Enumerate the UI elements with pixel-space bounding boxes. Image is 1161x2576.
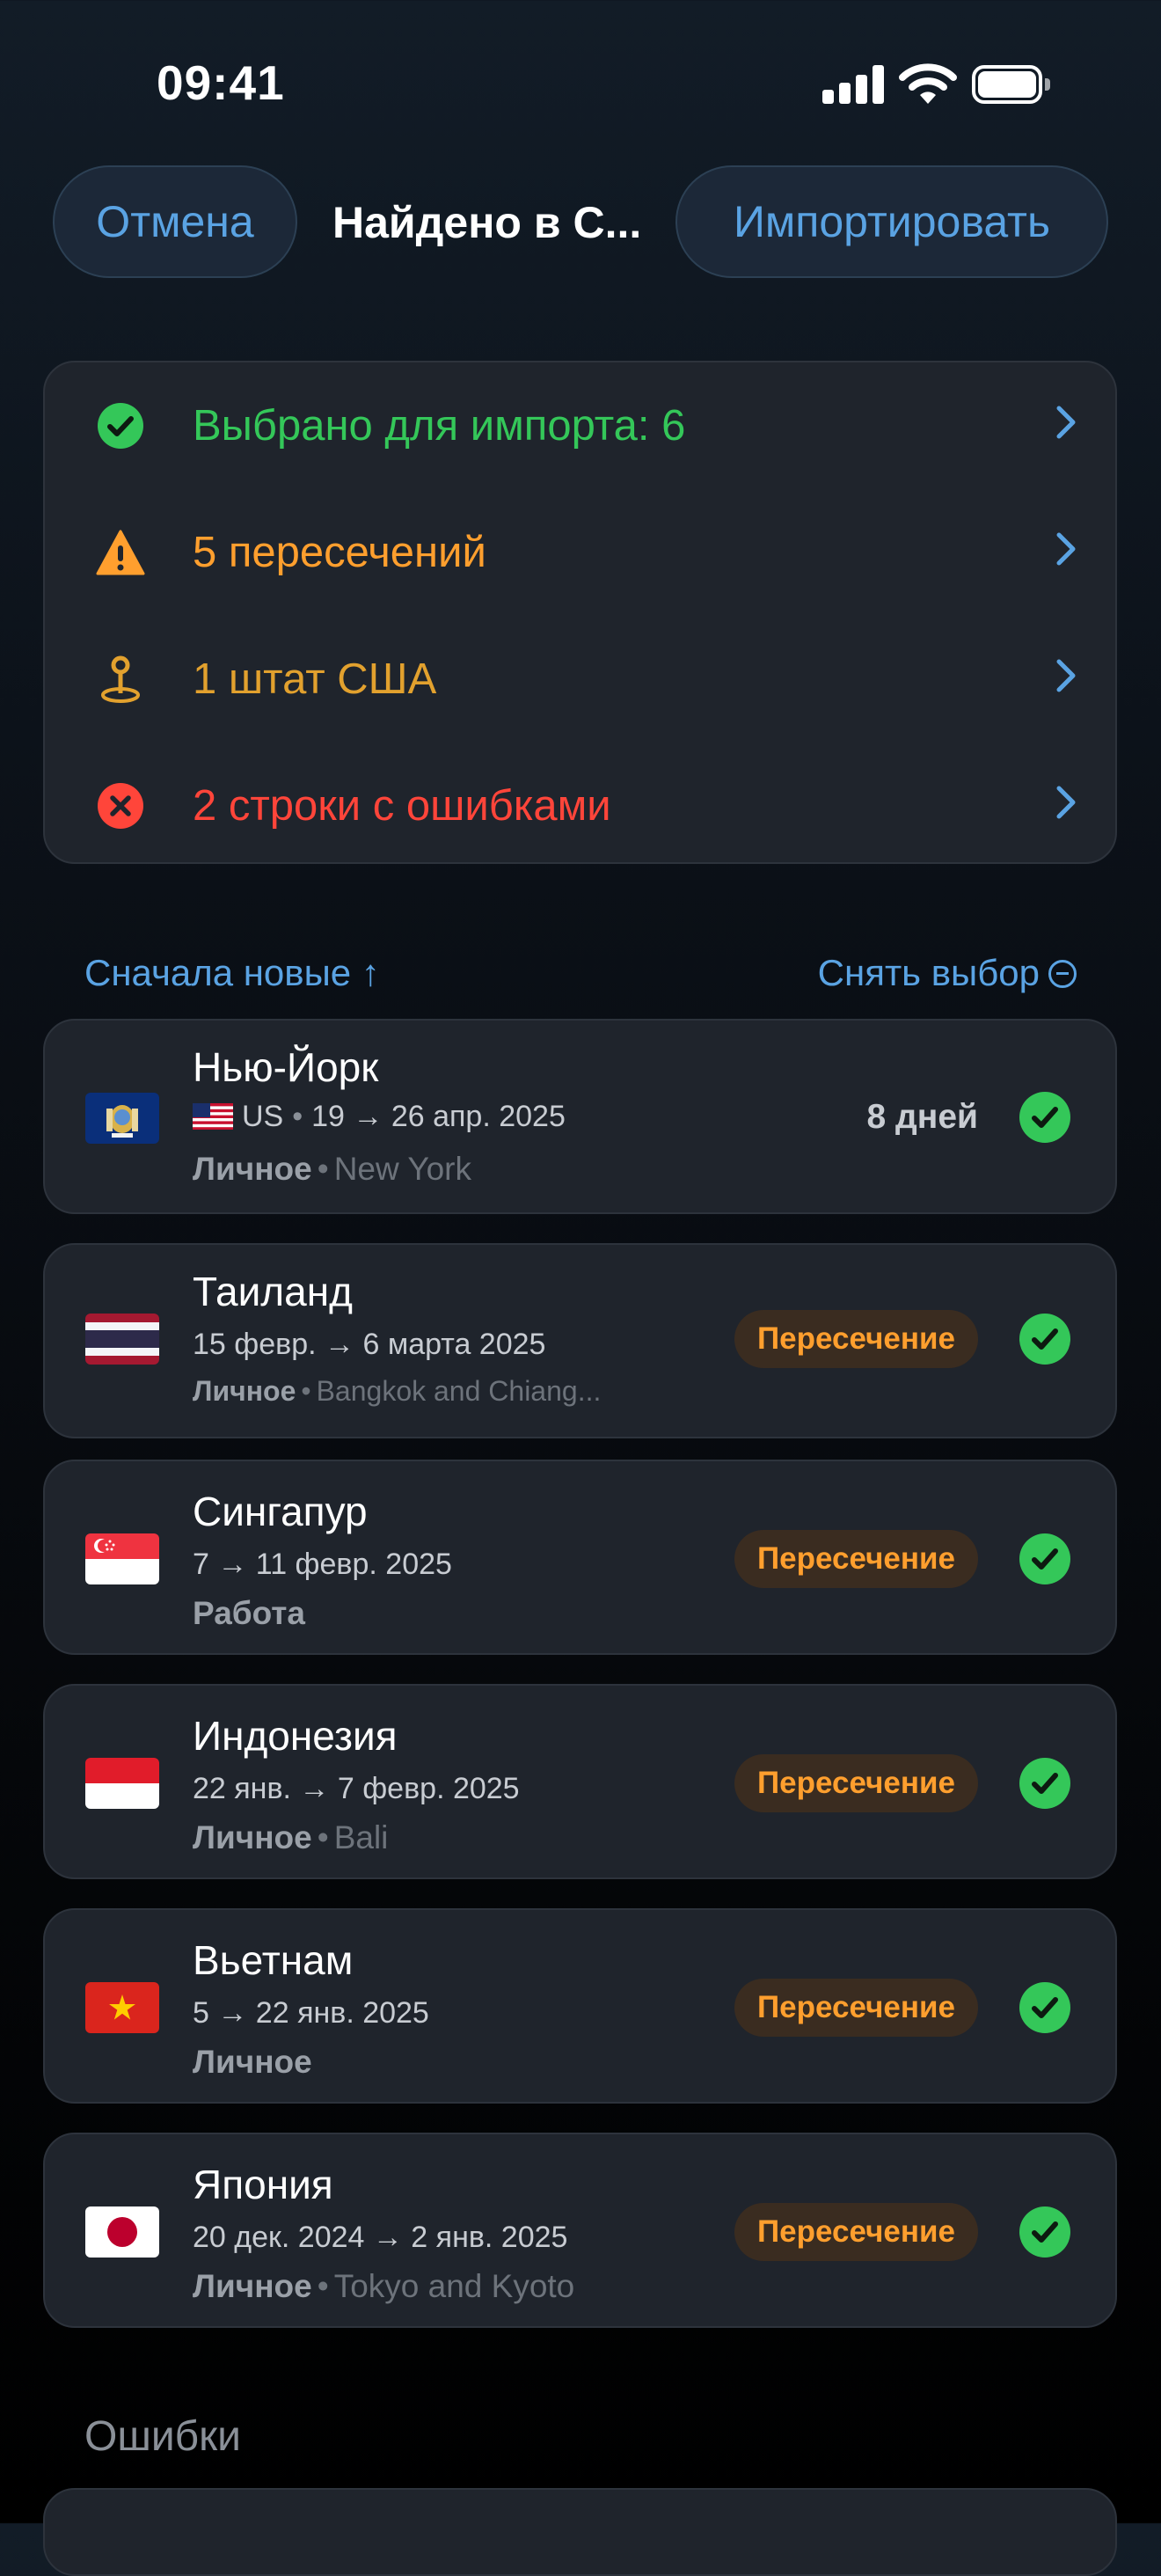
- error-x-circle-icon: [98, 783, 143, 829]
- cellular-signal-icon: [822, 65, 884, 104]
- country-code: US: [242, 1100, 284, 1133]
- trip-dates: US • 19 → 26 апр. 2025: [193, 1100, 566, 1134]
- chevron-right-icon: [1056, 659, 1076, 692]
- chevron-right-icon: [1056, 532, 1076, 566]
- trip-row-thailand[interactable]: Таиланд 15 февр. → 6 марта 2025 Личное • B…: [43, 1243, 1117, 1438]
- trip-name: Япония: [193, 2162, 333, 2207]
- chevron-right-icon: [1056, 786, 1076, 819]
- overlap-badge: Пересечение: [734, 1310, 978, 1368]
- page-title: Найдено в С...: [332, 198, 642, 247]
- trip-location: New York: [333, 1151, 471, 1187]
- errors-card[interactable]: [43, 2488, 1117, 2576]
- trip-subtitle: Личное • Bangkok and Chiang...: [193, 1375, 602, 1407]
- wifi-icon: [899, 63, 957, 104]
- trip-row-japan[interactable]: Япония 20 дек. 2024 → 2 янв. 2025 Личное…: [43, 2133, 1117, 2328]
- overlap-badge: Пересечение: [734, 1530, 978, 1588]
- status-time: 09:41: [157, 55, 285, 110]
- trip-subtitle: Личное • New York: [193, 1151, 471, 1187]
- trip-name: Индонезия: [193, 1713, 398, 1759]
- vietnam-flag: [85, 1982, 159, 2033]
- trip-subtitle: Личное • Bali: [193, 1819, 389, 1855]
- trip-duration: 8 дней: [866, 1098, 978, 1136]
- japan-flag: [85, 2206, 159, 2258]
- trip-row-singapore[interactable]: Сингапур 7 → 11 февр. 2025 Работа Пересе…: [43, 1460, 1117, 1655]
- checkmark-circle-icon: [98, 403, 143, 449]
- trip-subtitle: Личное: [193, 2044, 312, 2081]
- summary-label: 2 строки с ошибками: [193, 782, 611, 830]
- cancel-button[interactable]: Отмена: [53, 165, 297, 278]
- trip-category: Работа: [193, 1595, 306, 1631]
- warning-triangle-icon: [96, 530, 145, 575]
- trip-location: Bangkok and Chiang...: [316, 1375, 602, 1407]
- errors-section-title: Ошибки: [84, 2413, 241, 2460]
- checkmark-circle-icon[interactable]: [1019, 1757, 1071, 1810]
- trip-category: Личное: [193, 2268, 312, 2304]
- summary-label: Выбрано для импорта: 6: [193, 402, 686, 450]
- trip-location: Tokyo and Kyoto: [333, 2268, 575, 2304]
- sort-order-button[interactable]: Сначала новые ↑: [84, 952, 380, 994]
- singapore-flag: [85, 1533, 159, 1584]
- new-york-state-flag: [85, 1093, 159, 1144]
- trip-dates: 15 февр. → 6 марта 2025: [193, 1328, 546, 1361]
- indonesia-flag: [85, 1758, 159, 1809]
- overlap-badge: Пересечение: [734, 1979, 978, 2037]
- checkmark-circle-icon[interactable]: [1019, 1981, 1071, 2034]
- trip-category: Личное: [193, 1375, 296, 1407]
- trip-subtitle: Работа: [193, 1595, 305, 1632]
- summary-row-overlaps[interactable]: 5 пересечений: [45, 489, 1115, 616]
- trip-dates: 5 → 22 янв. 2025: [193, 1996, 429, 2030]
- thailand-flag: [85, 1314, 159, 1365]
- trip-name: Таиланд: [193, 1269, 353, 1314]
- chevron-right-icon: [1056, 406, 1076, 439]
- checkmark-circle-icon[interactable]: [1019, 1533, 1071, 1585]
- trip-category: Личное: [193, 1819, 312, 1855]
- trip-dates: 22 янв. → 7 февр. 2025: [193, 1772, 520, 1805]
- trip-location: Bali: [333, 1819, 389, 1855]
- deselect-label: Снять выбор: [817, 952, 1040, 993]
- trip-name: Вьетнам: [193, 1937, 354, 1983]
- overlap-badge: Пересечение: [734, 2203, 978, 2261]
- battery-icon: [972, 65, 1051, 104]
- import-summary-card: Выбрано для импорта: 6 5 пересечений 1 ш…: [43, 361, 1117, 864]
- trip-category: Личное: [193, 1151, 312, 1187]
- summary-row-errors[interactable]: 2 строки с ошибками: [45, 743, 1115, 869]
- us-flag-icon: [193, 1103, 233, 1130]
- trip-dates: 20 дек. 2024 → 2 янв. 2025: [193, 2221, 568, 2254]
- trip-row-vietnam[interactable]: Вьетнам 5 → 22 янв. 2025 Личное Пересече…: [43, 1908, 1117, 2104]
- summary-label: 1 штат США: [193, 655, 437, 703]
- import-button[interactable]: Импортировать: [675, 165, 1108, 278]
- checkmark-circle-icon[interactable]: [1019, 1091, 1071, 1144]
- summary-label: 5 пересечений: [193, 529, 486, 576]
- summary-row-selected[interactable]: Выбрано для импорта: 6: [45, 362, 1115, 489]
- trip-name: Нью-Йорк: [193, 1044, 379, 1090]
- summary-row-us-states[interactable]: 1 штат США: [45, 616, 1115, 743]
- trip-name: Сингапур: [193, 1489, 368, 1534]
- overlap-badge: Пересечение: [734, 1754, 978, 1812]
- trip-dates: 7 → 11 февр. 2025: [193, 1548, 452, 1581]
- map-pin-icon: [101, 655, 140, 703]
- checkmark-circle-icon[interactable]: [1019, 2206, 1071, 2258]
- minus-circle-icon: [1048, 960, 1077, 988]
- checkmark-circle-icon[interactable]: [1019, 1313, 1071, 1365]
- deselect-all-button[interactable]: Снять выбор: [818, 952, 1077, 994]
- trip-category: Личное: [193, 2044, 312, 2080]
- trip-subtitle: Личное • Tokyo and Kyoto: [193, 2268, 575, 2304]
- trip-row-indonesia[interactable]: Индонезия 22 янв. → 7 февр. 2025 Личное •…: [43, 1684, 1117, 1879]
- trip-row-new-york[interactable]: Нью-Йорк US • 19 → 26 апр. 2025 Личное • New…: [43, 1019, 1117, 1214]
- date-range: 19 → 26 апр. 2025: [311, 1100, 566, 1133]
